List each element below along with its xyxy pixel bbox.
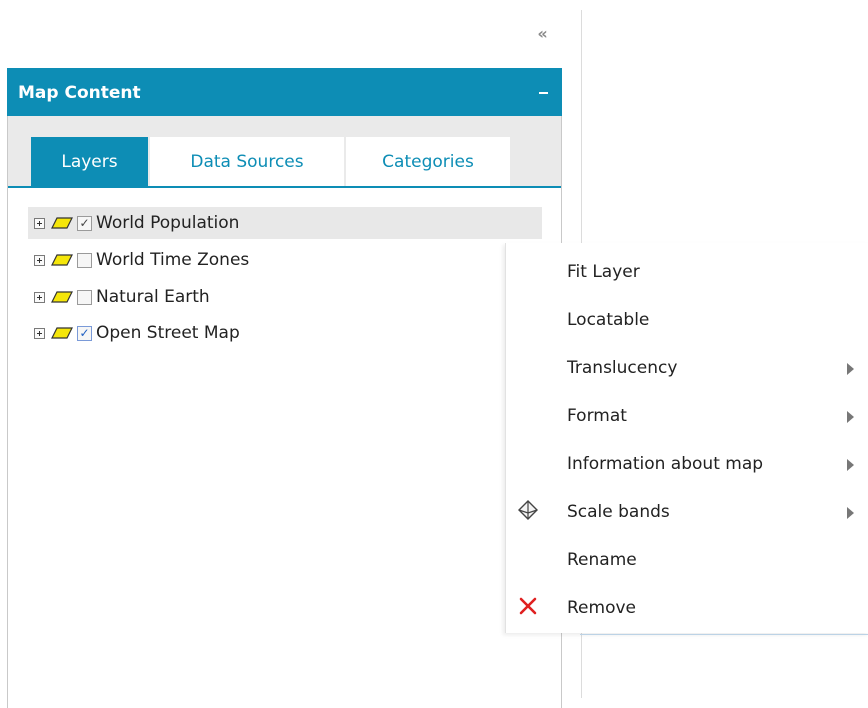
submenu-arrow-icon [847, 363, 854, 375]
menu-item-label: Remove [567, 598, 636, 618]
layer-visibility-checkbox[interactable] [77, 289, 92, 305]
layer-row[interactable]: World Time Zones [28, 244, 542, 276]
menu-item-label: Fit Layer [567, 262, 640, 282]
menu-item-label: Rename [567, 550, 637, 570]
tab-underline [8, 186, 561, 188]
collapse-panel-button[interactable]: « [531, 25, 551, 43]
menu-item-rename[interactable]: Rename [505, 535, 868, 583]
panel-title: Map Content [18, 83, 141, 103]
pyramid-icon [518, 500, 538, 520]
layer-icon [51, 254, 73, 266]
remove-x-icon [519, 597, 537, 615]
menu-item-format[interactable]: Format [505, 391, 868, 439]
layer-name: World Population [96, 213, 240, 233]
panel-header: Map Content [7, 68, 562, 116]
submenu-arrow-icon [847, 507, 854, 519]
tab-data-sources[interactable]: Data Sources [150, 137, 344, 187]
menu-item-remove[interactable]: Remove [505, 583, 868, 631]
tab-layers[interactable]: Layers [31, 137, 148, 187]
layer-visibility-checkbox[interactable]: ✓ [77, 325, 92, 341]
expand-icon[interactable] [34, 254, 45, 266]
submenu-arrow-icon [847, 411, 854, 423]
layer-row[interactable]: Natural Earth [28, 281, 542, 313]
expand-icon[interactable] [34, 291, 45, 303]
menu-item-fit-layer[interactable]: Fit Layer [505, 247, 868, 295]
minimize-icon[interactable] [539, 92, 548, 94]
menu-item-label: Locatable [567, 310, 650, 330]
layer-visibility-checkbox[interactable] [77, 252, 92, 268]
menu-item-scale-bands[interactable]: Scale bands [505, 487, 868, 535]
expand-icon[interactable] [34, 217, 45, 229]
layer-row[interactable]: ✓ World Population [28, 207, 542, 239]
menu-item-label: Information about map [567, 454, 764, 474]
menu-item-information-about-map[interactable]: Information about map [505, 439, 868, 487]
submenu-arrow-icon [847, 459, 854, 471]
menu-item-label: Format [567, 406, 627, 426]
layer-name: Natural Earth [96, 287, 210, 307]
menu-item-label: Scale bands [567, 502, 670, 522]
layer-icon [51, 291, 73, 303]
layer-name: World Time Zones [96, 250, 250, 270]
layer-icon [51, 327, 73, 339]
menu-item-locatable[interactable]: Locatable [505, 295, 868, 343]
menu-item-translucency[interactable]: Translucency [505, 343, 868, 391]
divider [580, 634, 868, 635]
layer-icon [51, 217, 73, 229]
layer-row[interactable]: ✓ Open Street Map [28, 317, 542, 349]
expand-icon[interactable] [34, 327, 45, 339]
menu-item-label: Translucency [567, 358, 678, 378]
layer-visibility-checkbox[interactable]: ✓ [77, 215, 92, 231]
tab-categories[interactable]: Categories [346, 137, 510, 187]
layer-name: Open Street Map [96, 323, 240, 343]
